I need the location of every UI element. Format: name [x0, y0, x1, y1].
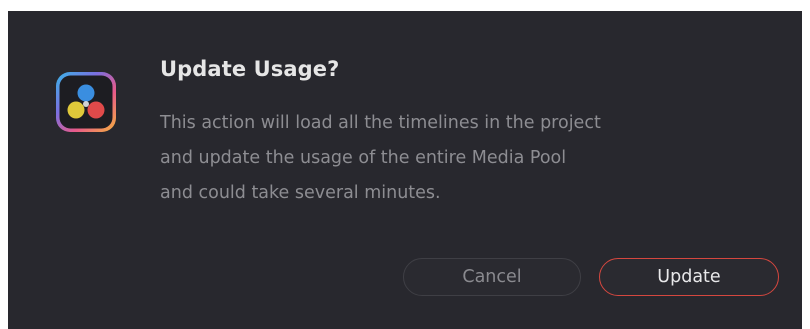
dialog-message-line: and could take several minutes. — [160, 183, 441, 203]
dialog-message: This action will load all the timelines … — [160, 106, 720, 211]
dialog-message-line: and update the usage of the entire Media… — [160, 148, 567, 168]
davinci-resolve-app-icon — [56, 72, 116, 132]
update-usage-dialog: Update Usage? This action will load all … — [8, 11, 802, 329]
update-button[interactable]: Update — [599, 258, 779, 296]
dialog-message-line: This action will load all the timelines … — [160, 113, 601, 133]
cancel-button[interactable]: Cancel — [403, 258, 581, 296]
dialog-title: Update Usage? — [160, 57, 340, 81]
